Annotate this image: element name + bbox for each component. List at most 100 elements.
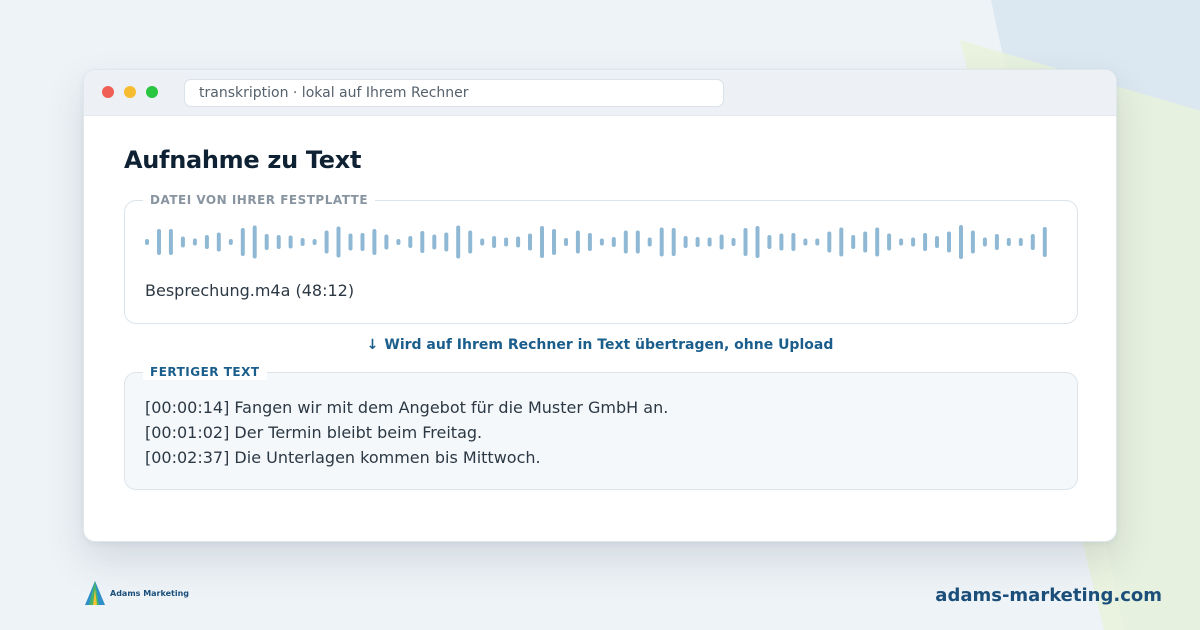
waveform-bar	[839, 227, 844, 257]
waveform-bar	[312, 239, 317, 245]
waveform-bar	[180, 236, 185, 248]
result-panel-legend: FERTIGER TEXT	[143, 364, 267, 380]
waveform-bar	[432, 234, 437, 250]
waveform-bar	[647, 237, 652, 247]
waveform-bar	[145, 239, 149, 245]
waveform-bar	[575, 230, 580, 254]
maximize-window-button[interactable]	[146, 86, 158, 98]
waveform-bar	[827, 231, 832, 253]
file-name: Besprechung.m4a (48:12)	[145, 281, 355, 300]
waveform-bar	[492, 236, 497, 248]
waveform-bar	[264, 234, 269, 250]
waveform-bar	[803, 238, 808, 246]
waveform-bar	[683, 236, 688, 248]
app-window: transkription · lokal auf Ihrem Rechner …	[83, 69, 1117, 542]
brand-name: Adams Marketing	[110, 588, 190, 598]
waveform-bar	[228, 239, 233, 245]
waveform-bar	[564, 238, 568, 246]
waveform-bar	[947, 231, 951, 253]
waveform-bar	[420, 231, 425, 253]
page-title: Aufnahme zu Text	[124, 146, 362, 174]
waveform-bar	[408, 236, 413, 248]
waveform-bar	[1006, 238, 1011, 246]
arrow-down-icon: ↓	[366, 337, 379, 353]
waveform-bar	[719, 234, 724, 250]
waveform-bar	[444, 232, 449, 252]
waveform-bar	[528, 233, 532, 251]
file-panel-legend: DATEI VON IHRER FESTPLATTE	[143, 192, 376, 208]
waveform-bar	[623, 230, 628, 254]
waveform-bar	[935, 236, 939, 248]
waveform-bar	[611, 237, 616, 247]
waveform-bar	[516, 236, 521, 248]
waveform-bar	[731, 238, 736, 246]
waveform-bar	[599, 238, 604, 246]
waveform-bar	[671, 228, 676, 256]
waveform-bar	[1030, 234, 1035, 250]
waveform-bar	[456, 225, 461, 259]
waveform-bar	[970, 230, 975, 254]
brand-logo: Adams Marketing	[84, 580, 189, 606]
result-panel: FERTIGER TEXT [00:00:14] Fangen wir mit …	[124, 364, 1078, 490]
window-titlebar: transkription · lokal auf Ihrem Rechner	[84, 70, 1116, 116]
waveform-bar	[1018, 238, 1023, 246]
waveform-bar	[791, 233, 796, 251]
waveform-bar	[815, 238, 820, 246]
waveform-bar	[1042, 227, 1047, 257]
waveform-bar	[863, 231, 868, 253]
waveform-bar	[384, 234, 389, 250]
waveform-bar	[659, 227, 664, 257]
waveform-bar	[240, 228, 245, 256]
transfer-hint-text: Wird auf Ihrem Rechner in Text übertrage…	[384, 337, 834, 353]
waveform-bar	[348, 233, 353, 251]
transcript-line: [00:00:14] Fangen wir mit dem Angebot fü…	[145, 398, 669, 417]
waveform-bar	[959, 225, 963, 259]
waveform-bar	[887, 233, 892, 251]
waveform-bar	[372, 229, 377, 255]
transcript-lines: [00:00:14] Fangen wir mit dem Angebot fü…	[145, 395, 668, 470]
transfer-hint: ↓ Wird auf Ihrem Rechner in Text übertrag…	[84, 337, 1116, 353]
waveform-bar	[982, 237, 987, 247]
minimize-window-button[interactable]	[124, 86, 136, 98]
waveform-bar	[899, 238, 904, 246]
transcript-line: [00:01:02] Der Termin bleibt beim Freita…	[145, 423, 483, 442]
waveform-bar	[743, 228, 748, 256]
waveform-bar	[779, 233, 784, 251]
waveform-bar	[911, 237, 916, 247]
waveform-bar	[695, 237, 700, 247]
waveform-bar	[300, 238, 305, 246]
website-link[interactable]: adams-marketing.com	[935, 585, 1162, 606]
file-panel[interactable]: DATEI VON IHRER FESTPLATTE Besprechung.m…	[124, 192, 1078, 324]
address-bar[interactable]: transkription · lokal auf Ihrem Rechner	[184, 79, 724, 107]
waveform-bar	[192, 238, 197, 246]
waveform-bar	[875, 227, 880, 257]
waveform-bar	[168, 229, 173, 255]
waveform-bar	[755, 226, 760, 258]
brand-mark-icon	[85, 581, 105, 605]
waveform-bar	[336, 226, 341, 258]
waveform-bar	[252, 225, 257, 259]
waveform-bar	[288, 235, 293, 249]
waveform-bar	[468, 230, 473, 254]
waveform-bar	[480, 238, 485, 246]
close-window-button[interactable]	[102, 86, 114, 98]
waveform-bar	[552, 229, 556, 255]
waveform-bar	[216, 232, 221, 252]
waveform-bar	[276, 235, 281, 249]
waveform-bar	[994, 234, 999, 250]
waveform-bar	[923, 233, 928, 251]
waveform-bar	[396, 239, 401, 245]
transcript-line: [00:02:37] Die Unterlagen kommen bis Mit…	[145, 448, 541, 467]
waveform-bar	[587, 233, 592, 251]
waveform-bar	[204, 235, 209, 249]
waveform-bar	[707, 237, 712, 247]
waveform-bar	[540, 226, 544, 258]
waveform-bar	[851, 235, 856, 249]
audio-waveform	[145, 225, 1047, 259]
waveform-bar	[157, 229, 161, 255]
waveform-bar	[635, 230, 640, 254]
waveform-bar	[767, 235, 772, 249]
waveform-bar	[504, 237, 509, 247]
waveform-bar	[360, 233, 365, 251]
waveform-bar	[324, 230, 329, 254]
